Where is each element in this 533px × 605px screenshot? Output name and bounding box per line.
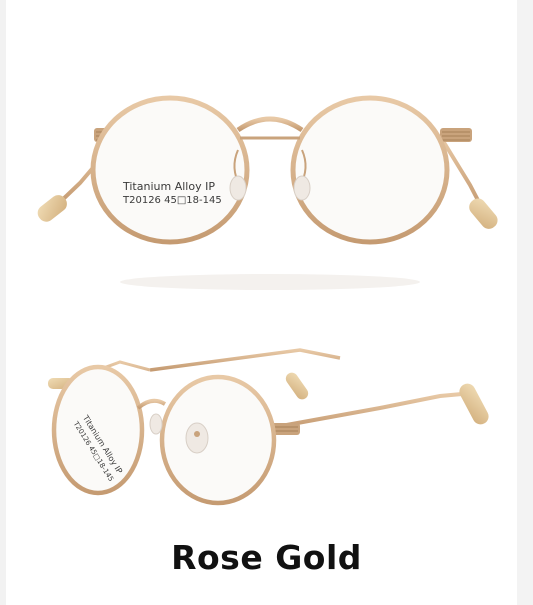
- glasses-angled-illustration: Titanium Alloy IP T20126 45□18-145: [48, 348, 489, 506]
- right-lens: [290, 95, 450, 245]
- lens-imprint-line1: Titanium Alloy IP: [122, 180, 215, 193]
- glasses-angled-view: Titanium Alloy IP T20126 45□18-145: [0, 300, 533, 525]
- right-temple-folded: [438, 134, 498, 229]
- glasses-front-illustration: Titanium Alloy IP T20126 45□18-145: [37, 95, 498, 290]
- color-name-label: Rose Gold: [171, 538, 362, 577]
- angled-bridge: [136, 398, 167, 410]
- left-lens: [90, 95, 250, 245]
- lens-imprint-line2: T20126 45□18-145: [122, 195, 222, 206]
- bridge: [236, 116, 304, 140]
- near-lens: [159, 374, 277, 506]
- glasses-front-view: Titanium Alloy IP T20126 45□18-145: [0, 0, 533, 300]
- right-hinge: [440, 128, 472, 142]
- shadow: [120, 274, 420, 290]
